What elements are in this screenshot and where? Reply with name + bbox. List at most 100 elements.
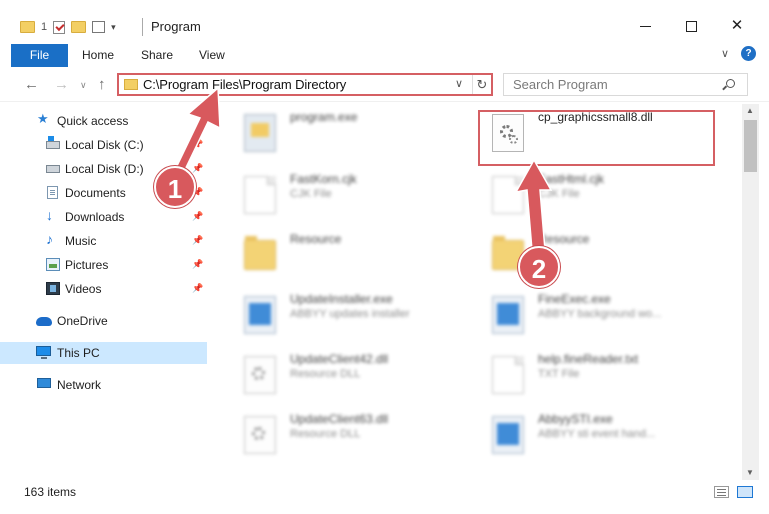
sidebar-item-label: Documents [65,186,126,200]
file-type: CJK File [538,188,580,200]
sidebar-item-label: OneDrive [57,314,108,328]
file-item[interactable]: Resource [220,228,460,280]
exe-icon [492,416,524,454]
tab-file[interactable]: File [11,44,68,67]
videos-icon [46,282,60,295]
file-name: FastKorn.cjk [290,172,357,186]
pin-icon: 📌 [192,235,204,245]
file-name: AbbyySTI.exe [538,412,613,426]
dll-icon [244,416,276,454]
file-name: UpdateInstaller.exe [290,292,393,306]
sidebar-item-label: Music [65,234,97,248]
item-count: 163 items [24,485,77,499]
tab-share[interactable]: Share [141,48,173,62]
sidebar-item-pictures[interactable]: Pictures 📌 [0,254,207,276]
minimize-icon [639,25,651,27]
search-icon[interactable] [726,79,735,88]
step-badge-1: 1 [154,166,196,208]
file-name: Resource [290,232,342,246]
search-input[interactable]: Search Program [503,73,748,96]
sidebar-item-label: Local Disk (D:) [65,162,144,176]
address-text[interactable]: C:\Program Files\Program Directory [143,77,346,92]
folder-icon[interactable] [20,21,35,33]
help-icon[interactable]: ? [741,46,756,61]
sidebar-item-this-pc[interactable]: This PC [0,342,207,364]
maximize-button[interactable] [676,14,706,38]
file-item[interactable]: FastHtml.cjk CJK File [468,168,708,220]
file-type: ABBYY updates installer [290,308,410,320]
properties-check-icon[interactable] [53,20,66,34]
drive-icon [46,165,60,173]
file-item[interactable]: program.exe [220,106,460,158]
cloud-icon [36,317,52,326]
new-folder-icon[interactable] [71,21,87,33]
step-badge-2: 2 [518,246,560,288]
sidebar-item-network[interactable]: Network [0,374,207,396]
sidebar-item-videos[interactable]: Videos 📌 [0,278,207,300]
file-name: UpdateClient42.dll [290,352,389,366]
large-icons-view-icon[interactable] [737,486,753,498]
title-separator [142,18,143,36]
scroll-thumb[interactable] [744,120,757,172]
maximize-icon [685,20,697,32]
file-item[interactable]: AbbyySTI.exe ABBYY sti event hand... [468,408,708,460]
exe-icon [492,296,524,334]
file-item[interactable]: UpdateClient63.dll Resource DLL [220,408,460,460]
close-button[interactable]: ✕ [722,14,752,38]
sidebar-item-downloads[interactable]: ↓ Downloads 📌 [0,206,207,228]
page-icon [244,176,276,214]
sidebar-item-quick-access[interactable]: ★ Quick access [0,110,207,132]
sidebar-item-label: Pictures [65,258,109,272]
page-icon [492,176,524,214]
file-item[interactable]: FastKorn.cjk CJK File [220,168,460,220]
pictures-icon [46,258,60,271]
quick-access-toolbar: 1 ▾ [20,18,116,36]
details-view-icon[interactable] [714,486,729,498]
forward-arrow-icon[interactable]: → [54,76,69,93]
sidebar-item-onedrive[interactable]: OneDrive [0,310,207,332]
status-bar: 163 items [0,480,769,504]
qat-dropdown-icon[interactable]: ▾ [111,22,116,33]
file-item[interactable]: UpdateClient42.dll Resource DLL [220,348,460,400]
star-icon: ★ [37,111,49,126]
pin-icon: 📌 [192,163,204,173]
pin-icon: 📌 [192,259,204,269]
tab-home[interactable]: Home [82,48,114,62]
sidebar-item-label: Local Disk (C:) [65,138,144,152]
file-name: FineExec.exe [538,292,611,306]
expand-ribbon-icon[interactable]: ∨ [721,47,729,60]
tab-view[interactable]: View [199,48,225,62]
file-item[interactable]: UpdateInstaller.exe ABBYY updates instal… [220,288,460,340]
sidebar-item-local-disk-c[interactable]: Local Disk (C:) 📌 [0,134,207,156]
sidebar-item-label: This PC [57,346,100,360]
scroll-down-icon[interactable]: ▼ [746,468,754,477]
vertical-scrollbar[interactable]: ▲ ▼ [742,104,759,480]
folder-icon [244,236,276,270]
sidebar-item-label: Videos [65,282,102,296]
search-placeholder: Search Program [513,77,608,92]
refresh-icon[interactable]: ↻ [472,75,491,94]
ribbon-tabs: File Home Share View ∨ ? [0,42,769,67]
up-arrow-icon[interactable]: ↑ [98,76,106,93]
target-file-highlight [478,110,715,166]
properties-icon[interactable] [92,21,106,33]
page-icon [492,356,524,394]
file-item[interactable]: help.fineReader.txt TXT File [468,348,708,400]
file-type: Resource DLL [290,428,361,440]
file-item[interactable]: Resource [468,228,708,280]
gear-icon [252,427,265,440]
back-arrow-icon[interactable]: ← [24,76,39,93]
qat-counter: 1 [41,21,48,33]
sidebar-item-music[interactable]: ♪ Music 📌 [0,230,207,252]
minimize-button[interactable] [630,14,660,38]
scroll-up-icon[interactable]: ▲ [746,106,754,115]
sidebar-item-label: Network [57,378,102,392]
dll-icon [244,356,276,394]
pin-icon: 📌 [192,283,204,293]
file-type: TXT File [538,368,580,380]
file-item[interactable]: FineExec.exe ABBYY background wo... [468,288,708,340]
recent-locations-icon[interactable]: ∨ [80,80,87,91]
address-bar[interactable]: C:\Program Files\Program Directory ∨ ↻ [117,73,493,96]
address-dropdown-icon[interactable]: ∨ [455,77,463,90]
documents-icon [47,186,58,199]
